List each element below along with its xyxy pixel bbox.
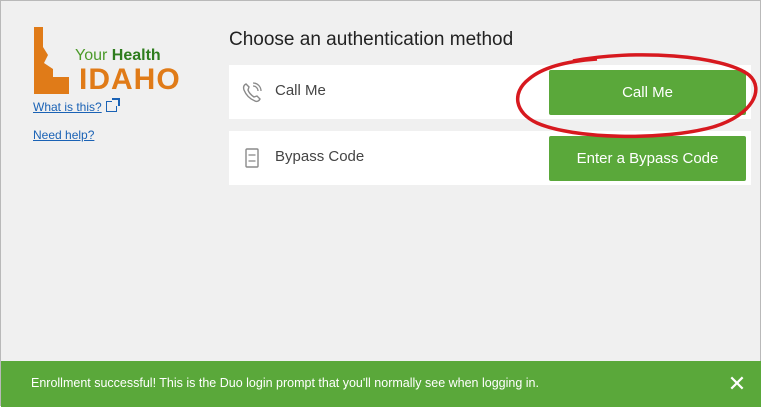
your-health-idaho-logo: Your Health IDAHO xyxy=(31,25,201,96)
method-row-bypass-code: Bypass Code Enter a Bypass Code xyxy=(229,131,751,185)
close-icon[interactable]: ✕ xyxy=(723,371,751,397)
what-is-this-link[interactable]: What is this? xyxy=(33,98,120,114)
logo-idaho: IDAHO xyxy=(79,63,181,96)
passcode-icon xyxy=(245,148,259,168)
method-label-bypass-code: Bypass Code xyxy=(275,148,365,165)
method-row-call-me: Call Me Call Me xyxy=(229,65,751,119)
idaho-state-icon xyxy=(34,27,69,94)
page-title: Choose an authentication method xyxy=(229,29,514,50)
brand-column: Your Health IDAHO What is this? Need hel… xyxy=(1,1,211,361)
phone-icon xyxy=(242,82,262,103)
duo-prompt-frame: Your Health IDAHO What is this? Need hel… xyxy=(0,0,761,407)
enter-bypass-code-button[interactable]: Enter a Bypass Code xyxy=(549,136,746,181)
external-link-icon xyxy=(105,98,120,112)
need-help-link[interactable]: Need help? xyxy=(33,128,94,142)
banner-message: Enrollment successful! This is the Duo l… xyxy=(31,376,539,390)
method-label-call-me: Call Me xyxy=(275,82,326,99)
enrollment-success-banner: Enrollment successful! This is the Duo l… xyxy=(1,361,761,407)
call-me-button[interactable]: Call Me xyxy=(549,70,746,115)
